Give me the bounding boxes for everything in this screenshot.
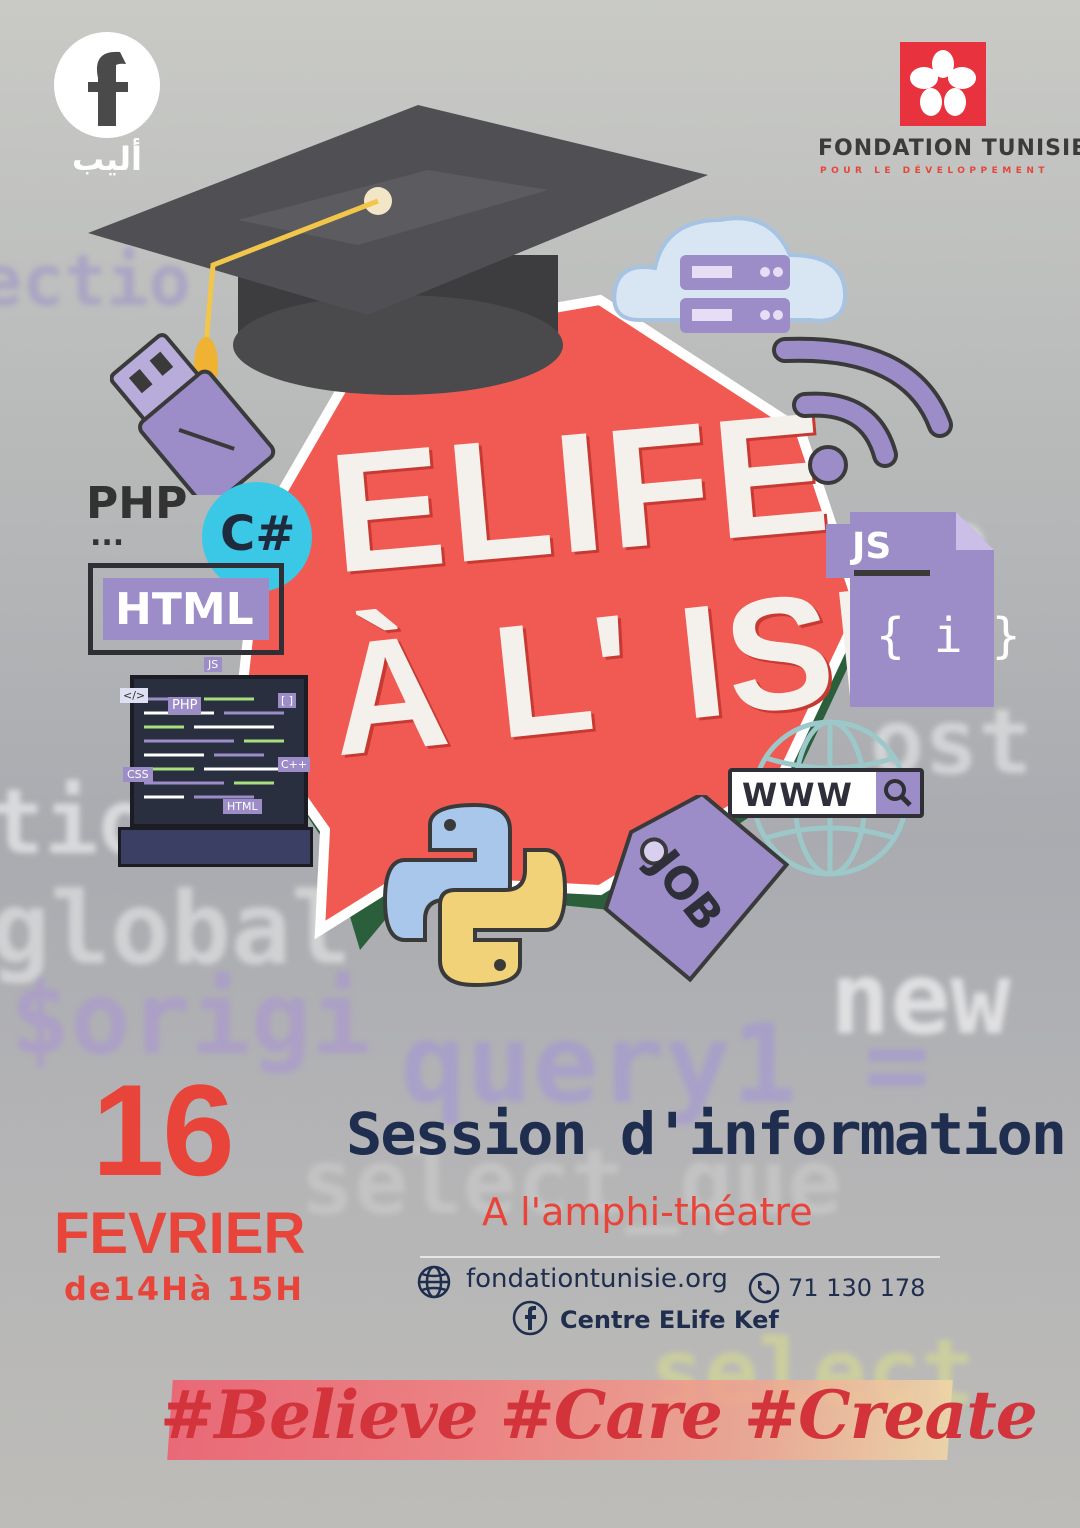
search-icon xyxy=(876,772,920,814)
event-day: 16 xyxy=(92,1057,235,1203)
event-month: FEVRIER xyxy=(54,1201,306,1266)
php-dots: ... xyxy=(90,518,125,553)
usb-icon xyxy=(110,333,276,495)
info-divider xyxy=(420,1256,940,1258)
python-logo-icon xyxy=(382,802,568,988)
phone-icon xyxy=(748,1272,780,1304)
wifi-icon xyxy=(772,336,953,485)
html-badge: HTML xyxy=(88,563,284,655)
phone-number[interactable]: 71 130 178 xyxy=(788,1274,925,1302)
laptop-html-tag: HTML xyxy=(223,799,262,814)
facebook-page[interactable]: Centre ELife Kef xyxy=(560,1306,779,1334)
event-time: de14Hà 15H xyxy=(64,1270,304,1308)
js-label: JS xyxy=(852,526,892,567)
html-label: HTML xyxy=(115,584,254,635)
csharp-label: C# xyxy=(220,506,296,562)
partner-tagline: POUR LE DÉVELOPPEMENT xyxy=(820,166,1050,176)
laptop-keyboard xyxy=(118,827,313,867)
js-file-icon: JS { i } xyxy=(826,512,1021,707)
event-heading: Session d'information xyxy=(346,1100,1067,1168)
laptop-code-tag: </> xyxy=(120,688,149,703)
hashtags-text: #Believe #Care #Create xyxy=(160,1376,1038,1454)
partner-name: FONDATION TUNISIE xyxy=(818,136,1080,161)
fondation-logo: FONDATION TUNISIE POUR LE DÉVELOPPEMENT xyxy=(818,40,1080,180)
laptop-icon: JS PHP </> [ ] CSS C++ HTML xyxy=(118,655,313,870)
globe-small-icon xyxy=(417,1265,451,1299)
event-venue: A l'amphi-théatre xyxy=(482,1190,813,1234)
laptop-cpp-tag: C++ xyxy=(278,757,311,772)
facebook-icon xyxy=(512,1300,548,1336)
website-link[interactable]: fondationtunisie.org xyxy=(466,1264,728,1294)
laptop-php-tag: PHP xyxy=(168,697,202,714)
html-badge-inner: HTML xyxy=(103,578,269,640)
laptop-css-tag: CSS xyxy=(123,767,153,782)
job-tag-icon: JOB xyxy=(600,795,800,985)
laptop-js-tag: JS xyxy=(204,657,223,672)
flower-icon xyxy=(900,42,986,126)
js-braces-label: { i } xyxy=(876,608,1021,664)
laptop-bracket-tag: [ ] xyxy=(278,693,297,708)
